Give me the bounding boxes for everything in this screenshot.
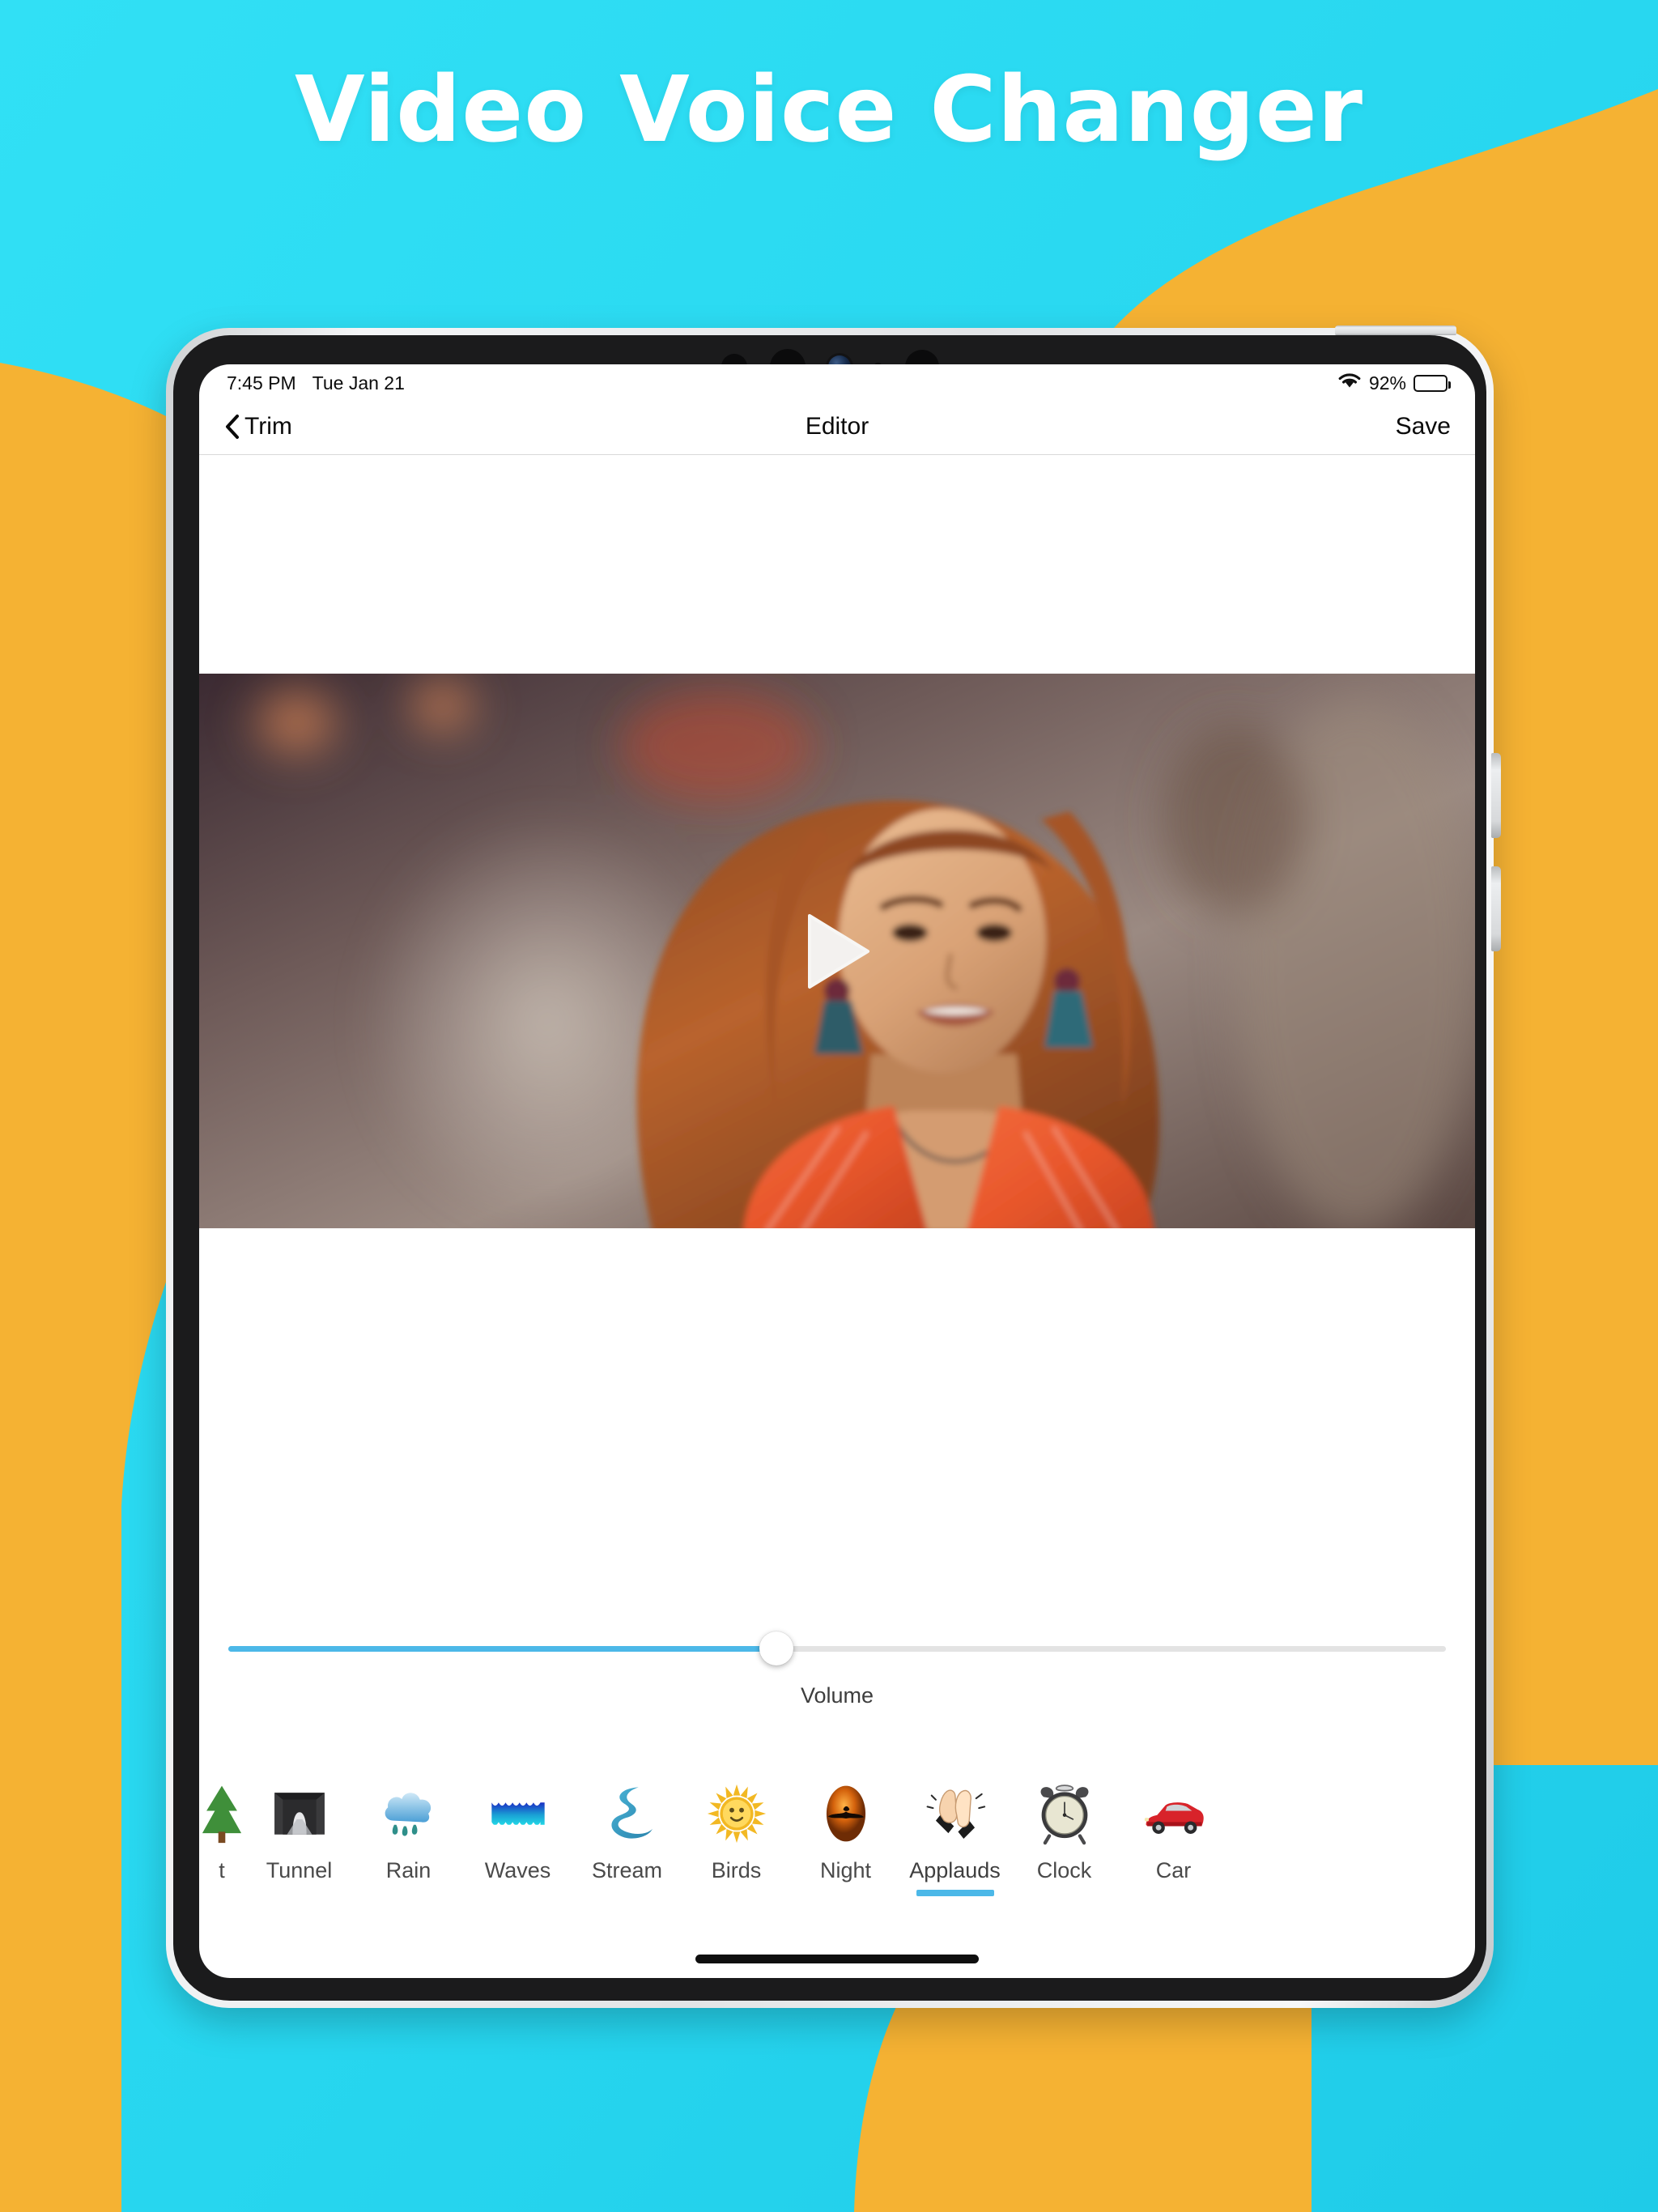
sound-item-night[interactable]: Night [791,1776,900,1883]
volume-slider[interactable] [228,1631,1446,1665]
device-body: 7:45 PM Tue Jan 21 92% Trim Editor Save … [173,335,1486,2001]
sound-item-birds[interactable]: Birds [682,1776,791,1883]
stream-icon [593,1779,662,1848]
tablet-device: 7:45 PM Tue Jan 21 92% Trim Editor Save … [166,325,1501,2008]
sound-item-label: t [219,1858,225,1882]
status-bar-right: 92% [1337,372,1451,394]
wifi-icon [1337,372,1362,394]
mid-spacer [199,1228,1475,1615]
sound-item-waves[interactable]: Waves [463,1776,572,1883]
battery-percent: 92% [1368,372,1406,393]
alarm-clock-icon [1030,1779,1099,1848]
sound-item-label: Tunnel [266,1858,333,1882]
top-spacer [199,455,1475,674]
waves-icon [483,1779,553,1848]
battery-tip [1448,381,1451,389]
volume-down-button[interactable] [1491,866,1501,951]
sound-item-clock[interactable]: Clock [1010,1776,1119,1883]
sound-item-rain[interactable]: Rain [354,1776,463,1883]
save-button[interactable]: Save [1396,413,1451,440]
sound-item-label: Rain [385,1858,432,1882]
sound-item-label: Clock [1036,1858,1092,1882]
home-indicator[interactable] [199,1939,1475,1978]
sound-item-label: Night [819,1858,872,1882]
back-button[interactable]: Trim [223,413,292,440]
slider-thumb[interactable] [759,1631,793,1665]
sound-item-label: Waves [484,1858,551,1882]
sound-item-label: Stream [591,1858,663,1882]
status-bar: 7:45 PM Tue Jan 21 92% [199,364,1475,398]
volume-control: Volume [199,1615,1475,1761]
home-bar [695,1954,979,1963]
volume-label: Volume [800,1683,874,1708]
status-time: 7:45 PM [227,372,296,393]
device-frame: 7:45 PM Tue Jan 21 92% Trim Editor Save … [166,325,1501,2008]
power-button[interactable] [1335,325,1456,335]
sound-item-tunnel[interactable]: Tunnel [244,1776,354,1883]
sound-item-stream[interactable]: Stream [572,1776,682,1883]
car-icon [1139,1779,1209,1848]
sound-effects-strip[interactable]: t Tunnel Rain Waves Stream Birds Night Applauds… [199,1761,1475,1939]
chevron-left-icon [223,414,241,440]
clapping-hands-icon [920,1779,990,1848]
back-button-label: Trim [244,412,292,440]
navigation-bar: Trim Editor Save [199,398,1475,455]
rain-cloud-icon [374,1779,444,1848]
sound-item-car[interactable]: Car [1119,1776,1228,1883]
battery-icon [1414,374,1451,392]
slider-fill [228,1645,776,1652]
tunnel-icon [265,1779,334,1848]
page-title: Video Voice Changer [294,57,1363,163]
forest-icon [199,1779,244,1848]
screen-title: Editor [805,412,869,440]
sound-item-label: Car [1155,1858,1192,1882]
status-date: Tue Jan 21 [312,372,405,393]
sound-item-label: Birds [711,1858,762,1882]
sound-item-label: Applauds [909,1858,1001,1882]
video-preview[interactable] [199,674,1475,1228]
sound-item-t[interactable]: t [199,1776,244,1883]
play-icon[interactable] [800,911,874,992]
volume-up-button[interactable] [1491,753,1501,838]
selected-indicator [916,1890,994,1896]
night-bird-icon [811,1779,881,1848]
sun-icon [702,1779,772,1848]
status-bar-left: 7:45 PM Tue Jan 21 [227,372,405,394]
sound-item-applauds[interactable]: Applauds [900,1776,1010,1896]
app-screen: 7:45 PM Tue Jan 21 92% Trim Editor Save … [199,364,1475,1978]
